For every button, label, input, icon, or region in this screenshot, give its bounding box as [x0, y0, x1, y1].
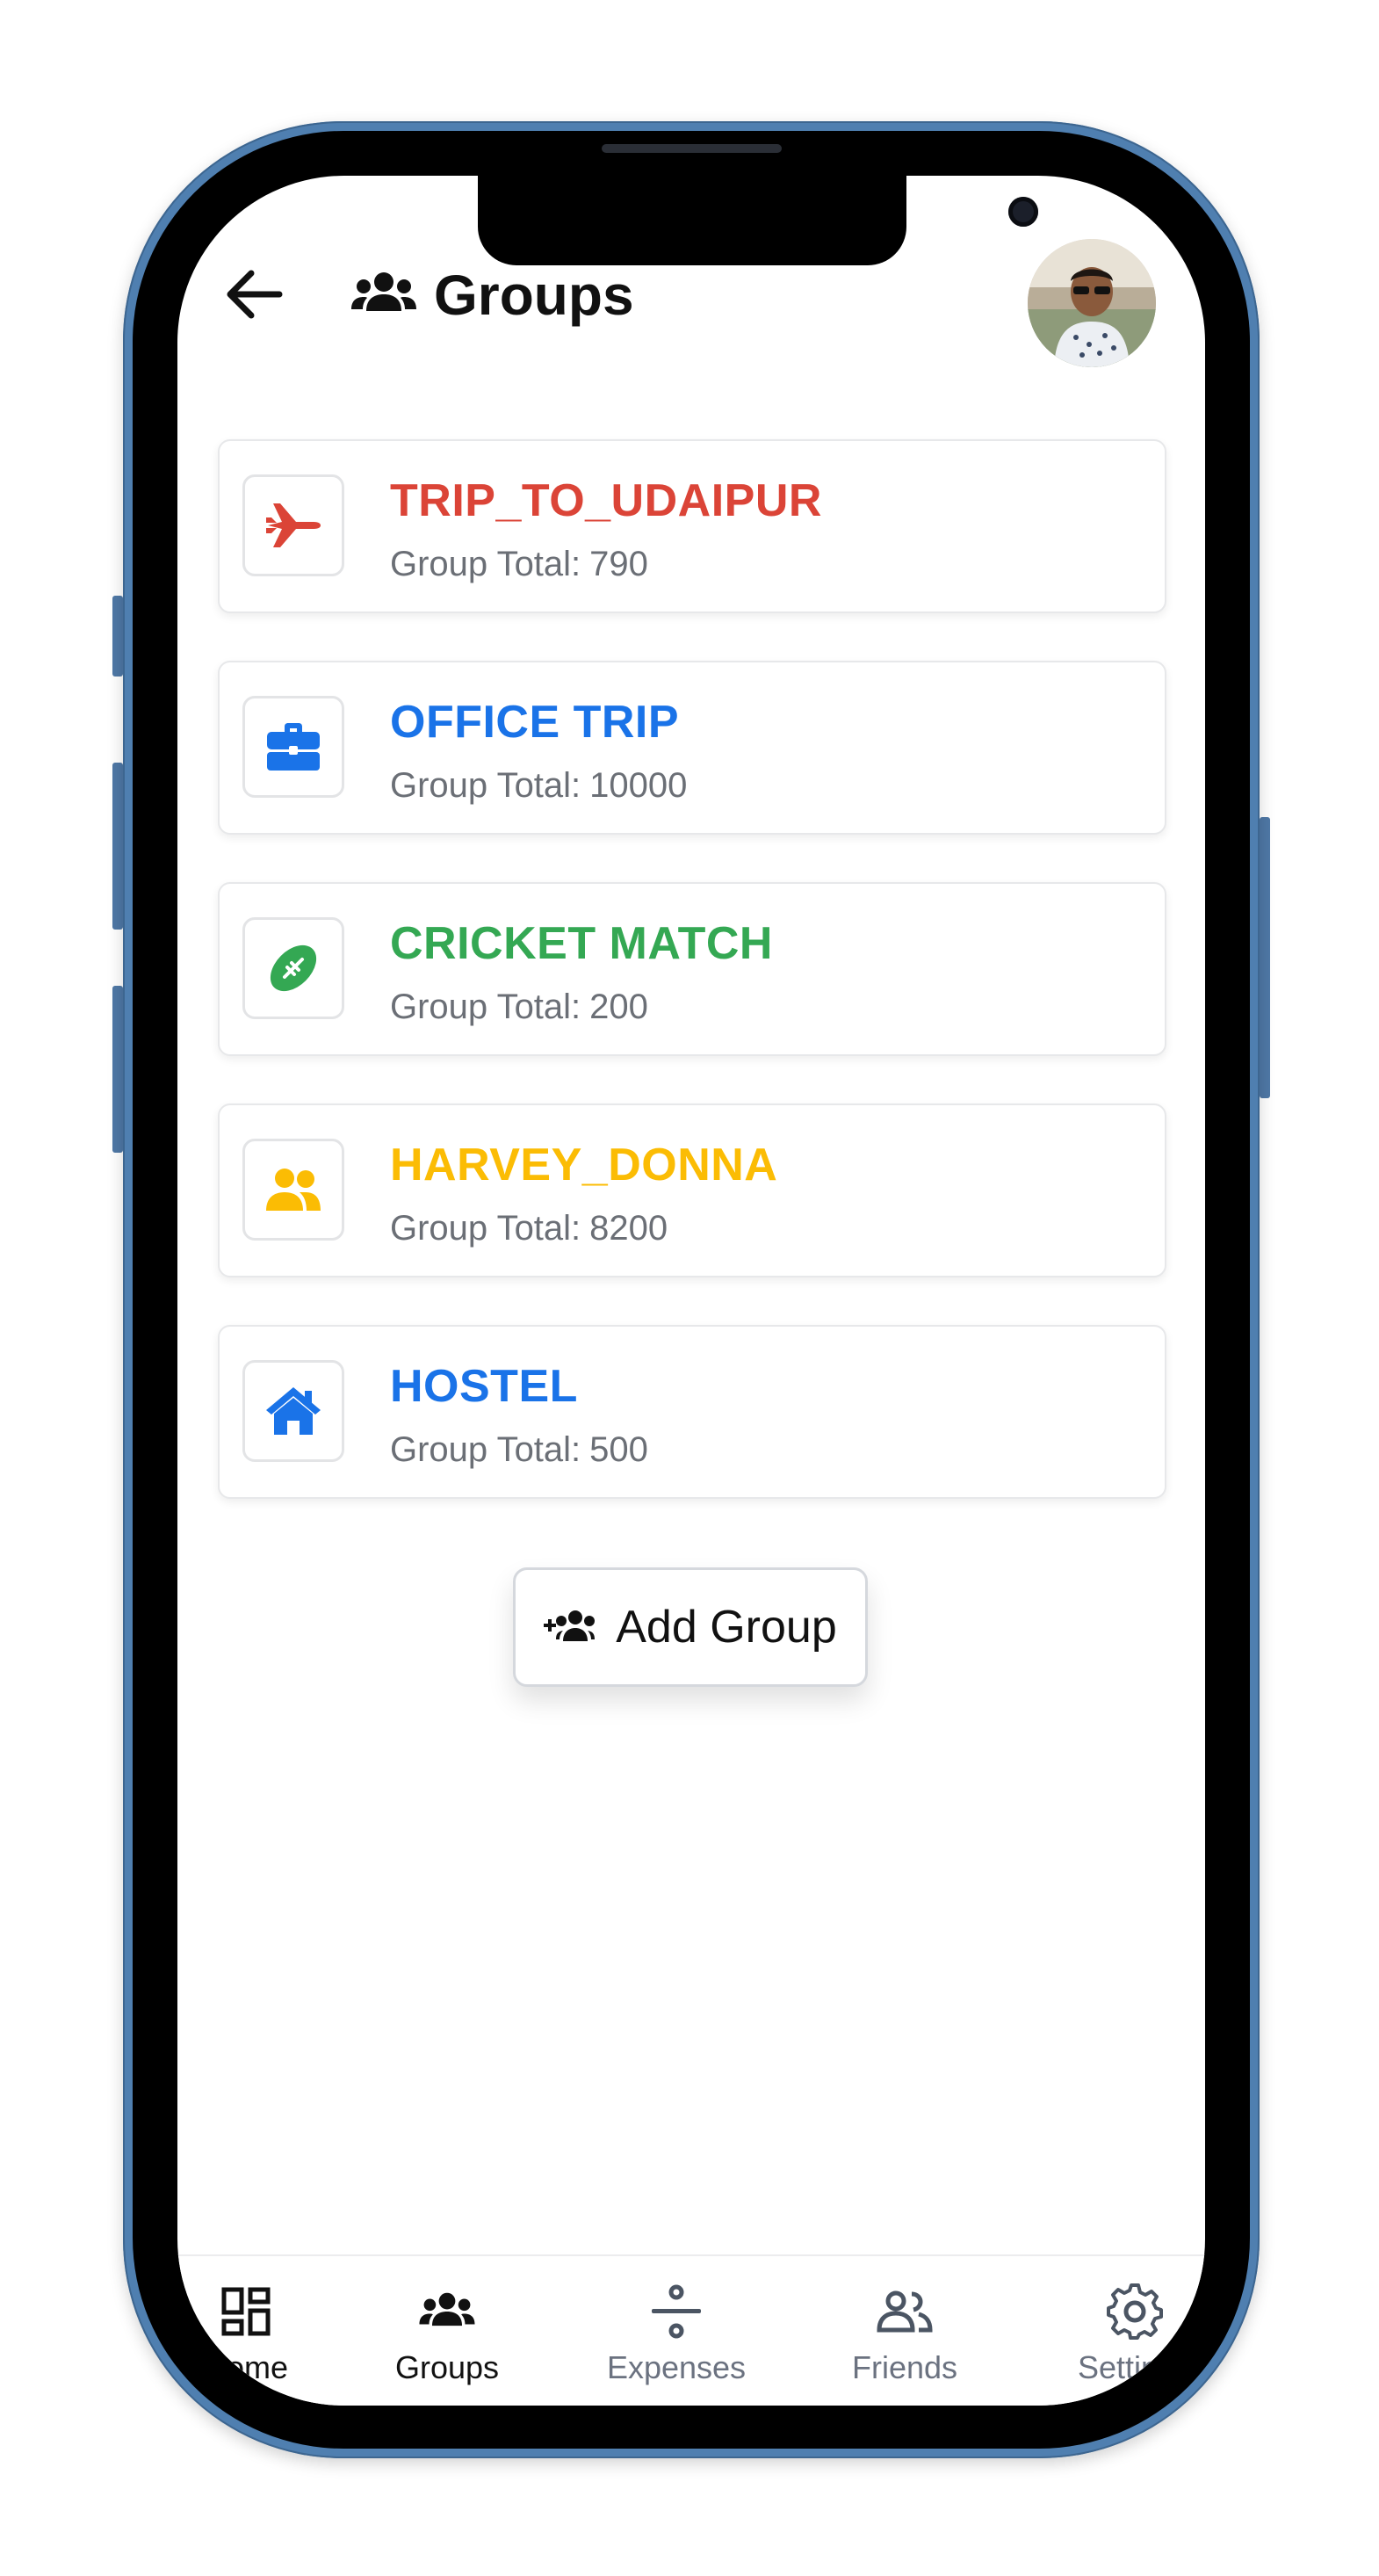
gear-icon: [1107, 2283, 1163, 2340]
group-icon-box: [242, 696, 344, 798]
group-total-value: 500: [589, 1430, 648, 1469]
group-total-label: Group Total:: [390, 988, 581, 1026]
app-screen: Groups TRIP_TO_UDAIPUR Group Total: 790 …: [177, 176, 1205, 2406]
friends-icon: [877, 2290, 933, 2333]
group-total-value: 200: [589, 988, 648, 1026]
group-total: Group Total: 790: [390, 541, 648, 587]
nav-item-expenses[interactable]: Expenses: [580, 2283, 773, 2388]
phone-volume-down-button: [112, 986, 123, 1153]
group-total: Group Total: 8200: [390, 1205, 668, 1251]
group-total-label: Group Total:: [390, 1209, 581, 1248]
phone-action-button: [112, 596, 123, 677]
group-total-label: Group Total:: [390, 766, 581, 805]
users-icon: [419, 2292, 475, 2326]
group-card-trip-to-udaipur[interactable]: TRIP_TO_UDAIPUR Group Total: 790: [218, 439, 1166, 613]
group-total-label: Group Total:: [390, 1430, 581, 1469]
group-name: CRICKET MATCH: [390, 918, 773, 969]
group-card-cricket-match[interactable]: CRICKET MATCH Group Total: 200: [218, 882, 1166, 1056]
plane-icon: [266, 503, 321, 547]
nav-label-friends: Friends: [851, 2349, 958, 2385]
group-icon-box: [242, 474, 344, 576]
nav-label-groups: Groups: [394, 2349, 500, 2385]
nav-item-groups[interactable]: Groups: [350, 2283, 544, 2388]
briefcase-icon: [267, 723, 320, 771]
group-card-office-trip[interactable]: OFFICE TRIP Group Total: 10000: [218, 661, 1166, 835]
nav-label-settings: Settings: [1077, 2349, 1193, 2385]
group-total: Group Total: 10000: [390, 763, 687, 808]
phone-power-button: [1260, 817, 1270, 1098]
phone-volume-up-button: [112, 763, 123, 930]
group-name: HOSTEL: [390, 1361, 578, 1412]
divide-icon: [652, 2284, 701, 2339]
group-icon-box: [242, 1360, 344, 1462]
grid-icon: [221, 2287, 271, 2336]
nav-item-friends[interactable]: Friends: [808, 2283, 1001, 2388]
user-plus-group-icon: [544, 1610, 596, 1641]
profile-photo: [1028, 239, 1156, 367]
nav-label-expenses: Expenses: [606, 2349, 747, 2385]
nav-label-home: Home: [203, 2349, 289, 2385]
app-header: Groups: [177, 176, 1205, 387]
football-icon: [270, 944, 317, 992]
group-total-value: 790: [589, 545, 648, 583]
nav-item-home[interactable]: Home: [177, 2283, 343, 2388]
back-button[interactable]: [223, 264, 285, 325]
phone-speaker: [602, 144, 782, 153]
user-group-icon: [266, 1169, 321, 1211]
group-total: Group Total: 500: [390, 1427, 648, 1473]
group-card-hostel[interactable]: HOSTEL Group Total: 500: [218, 1325, 1166, 1499]
group-total-label: Group Total:: [390, 545, 581, 583]
group-icon-box: [242, 917, 344, 1019]
arrow-left-icon: [227, 270, 283, 319]
group-total: Group Total: 200: [390, 984, 648, 1030]
bottom-nav: Home Groups Expenses Friends Settings: [177, 2254, 1205, 2406]
avatar[interactable]: [1028, 239, 1156, 367]
add-group-button[interactable]: Add Group: [513, 1567, 868, 1687]
group-icon-box: [242, 1139, 344, 1241]
group-name: OFFICE TRIP: [390, 697, 680, 748]
nav-item-settings[interactable]: Settings: [1038, 2283, 1205, 2388]
users-icon: [351, 272, 416, 311]
group-name: TRIP_TO_UDAIPUR: [390, 475, 822, 526]
group-list: TRIP_TO_UDAIPUR Group Total: 790 OFFICE T…: [218, 439, 1166, 1546]
page-title: Groups: [434, 264, 634, 327]
group-name: HARVEY_DONNA: [390, 1140, 778, 1190]
group-card-harvey-donna[interactable]: HARVEY_DONNA Group Total: 8200: [218, 1103, 1166, 1277]
group-total-value: 8200: [589, 1209, 668, 1248]
house-icon: [266, 1387, 321, 1435]
add-group-label: Add Group: [616, 1602, 837, 1653]
group-total-value: 10000: [589, 766, 688, 805]
